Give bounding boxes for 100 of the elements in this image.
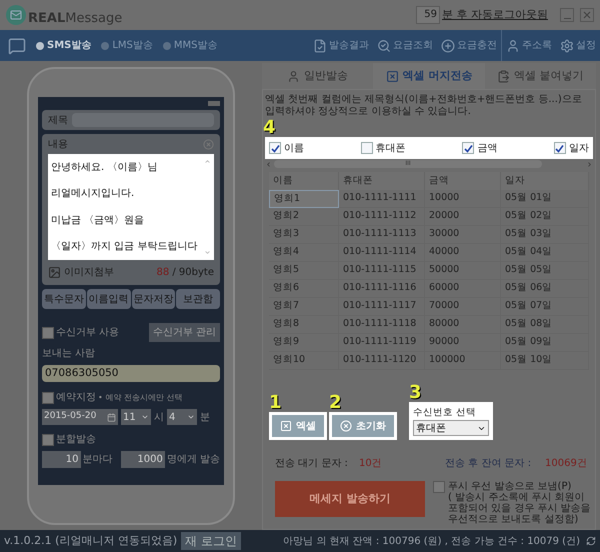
- image-attach-button[interactable]: 이미지첨부: [64, 264, 114, 280]
- date-picker[interactable]: 2015-05-20: [42, 409, 118, 425]
- send-type-radio[interactable]: MMS발송: [162, 38, 218, 53]
- table-cell: 010-1111-1117: [339, 298, 425, 316]
- minute-select[interactable]: 4: [167, 409, 197, 425]
- byte-counter: 88 / 90byte: [156, 266, 214, 280]
- table-cell: 05월 04일: [501, 244, 589, 262]
- table-cell: 010-1111-1115: [339, 262, 425, 280]
- tool-button[interactable]: 문자저장: [132, 289, 176, 309]
- menu-item[interactable]: 요금충전: [457, 38, 497, 53]
- count-field[interactable]: 1000: [120, 451, 165, 468]
- auto-logout-link[interactable]: 분 후 자동로그아웃됨: [442, 6, 548, 24]
- checkbox[interactable]: [462, 142, 474, 154]
- action-button[interactable]: 초기화: [332, 415, 394, 438]
- message-line: 리얼메시지입니다.: [51, 187, 136, 202]
- tool-button[interactable]: 이름입력: [86, 289, 130, 309]
- reject-manage-button[interactable]: 수신거부 관리: [148, 323, 220, 342]
- minutes-field: 59: [416, 6, 440, 24]
- document-check-icon[interactable]: [313, 38, 327, 52]
- column-header[interactable]: 금액: [425, 172, 501, 190]
- table-cell: 30000: [425, 226, 501, 244]
- message-icon: [8, 36, 26, 54]
- table-cell: 05월 01일: [501, 190, 589, 208]
- scroll-left-icon[interactable]: [265, 160, 272, 168]
- send-type-radio[interactable]: SMS발송: [36, 38, 92, 53]
- sender-field[interactable]: 07086305050: [42, 365, 220, 382]
- checkbox[interactable]: [42, 434, 54, 446]
- sender-label: 보내는 사람: [42, 347, 96, 361]
- image-icon[interactable]: [48, 266, 61, 278]
- checkbox[interactable]: [42, 392, 54, 404]
- close-icon[interactable]: [583, 11, 591, 19]
- plus-circle-icon[interactable]: [441, 38, 455, 52]
- scroll-right-icon[interactable]: [586, 160, 593, 168]
- pending-label: 전송 대기 문자 :: [275, 457, 349, 472]
- paste-icon: [497, 70, 510, 82]
- message-line: 미납금 〈금액〉원을: [51, 214, 146, 228]
- subject-field[interactable]: 제목: [42, 110, 220, 130]
- settings-icon[interactable]: [560, 38, 574, 52]
- table-cell: 영희3: [269, 226, 339, 244]
- column-header[interactable]: 일자: [501, 172, 589, 190]
- logo-icon: [6, 5, 26, 25]
- push-note: ( 발송시 주소록에 푸시 회원이 포함되어 있을 경우 푸시 발송을 우선적으로 보내도록 설정함): [448, 492, 592, 526]
- table-cell: 20000: [425, 208, 501, 226]
- calendar-icon[interactable]: [107, 412, 116, 422]
- table-cell: 05월 08일: [501, 316, 589, 334]
- pending-count: 10건: [359, 457, 383, 472]
- minimize-button[interactable]: [560, 8, 574, 22]
- menu-item[interactable]: 요금조회: [393, 38, 433, 53]
- receiver-select[interactable]: 휴대폰: [413, 420, 489, 436]
- refresh-icon[interactable]: [586, 536, 596, 546]
- relogin-button[interactable]: 재 로그인: [181, 532, 242, 550]
- magnifier-icon[interactable]: [377, 38, 391, 52]
- step-number: 4: [263, 119, 277, 137]
- table-cell: 010-1111-1111: [339, 190, 425, 208]
- action-button[interactable]: 엑셀: [272, 415, 324, 438]
- menu-item[interactable]: 주소록: [522, 38, 552, 53]
- tool-button[interactable]: 특수문자: [42, 289, 86, 309]
- checkbox[interactable]: [42, 326, 54, 338]
- checkbox[interactable]: [269, 142, 281, 154]
- column-header[interactable]: 휴대폰: [339, 172, 425, 190]
- app-logo: REALMessage: [28, 12, 122, 25]
- checkbox[interactable]: [554, 142, 566, 154]
- table-cell: 010-1111-1114: [339, 244, 425, 262]
- tool-button[interactable]: 보관함: [176, 289, 220, 309]
- table-cell: 010-1111-1119: [339, 334, 425, 352]
- checkbox[interactable]: [360, 142, 373, 154]
- table-cell: 05월 02일: [501, 208, 589, 226]
- table-cell: 영희7: [269, 298, 339, 316]
- table-cell: 90000: [425, 334, 501, 352]
- interval-field[interactable]: 10: [42, 451, 81, 468]
- checkbox-label: 분할발송: [56, 433, 96, 447]
- send-message-button[interactable]: 메세지 발송하기: [275, 481, 425, 518]
- close-button[interactable]: [580, 8, 594, 22]
- person-icon[interactable]: [506, 38, 520, 52]
- table-cell: 70000: [425, 298, 501, 316]
- table-cell: 010-1111-1120: [339, 352, 425, 370]
- checkbox[interactable]: [433, 481, 445, 494]
- scroll-down-icon[interactable]: [204, 249, 210, 256]
- table-cell: 60000: [425, 280, 501, 298]
- table-cell: 영희4: [269, 244, 339, 262]
- checkbox-label: 수신거부 사용: [56, 326, 120, 340]
- table-cell: 영희2: [269, 208, 339, 226]
- field-label: 일자: [568, 142, 589, 156]
- checkmark-icon: [270, 144, 280, 152]
- menu-item[interactable]: 발송결과: [329, 38, 369, 53]
- table-cell: 영희9: [269, 334, 339, 352]
- table-cell: 영희6: [269, 280, 339, 298]
- hour-select[interactable]: 11: [121, 409, 151, 425]
- checkbox-label: 예약지정: [56, 391, 96, 405]
- message-textarea[interactable]: 안녕하세요. 〈이름〉님 리얼메시지입니다. 미납금 〈금액〉원을 〈일자〉까지 입금 부탁드립니다: [48, 154, 214, 260]
- excel-icon: [280, 420, 292, 432]
- send-type-radio[interactable]: LMS발송: [101, 38, 153, 53]
- field-label: 금액: [477, 142, 498, 156]
- menu-item[interactable]: 설정: [576, 38, 596, 53]
- reset-icon: [340, 420, 352, 432]
- column-header[interactable]: 이름: [269, 172, 339, 190]
- scroll-up-icon[interactable]: [204, 158, 210, 165]
- notice-text: 엑셀 첫번째 컬럼에는 제목형식(이름+전화번호+핸드폰번호 등...)으로 입력하셔야 정상적으로 이용하실 수 있습니다.: [265, 94, 583, 118]
- table-cell: 100000: [425, 352, 501, 370]
- receiver-label: 수신번호 선택: [413, 406, 478, 420]
